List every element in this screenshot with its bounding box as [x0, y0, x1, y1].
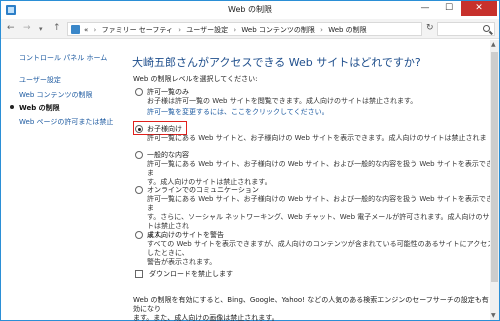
option-desc: すべての Web サイトを表示できますが、成人向けのコンテンツが含まれている可能… [147, 240, 495, 266]
sidebar: コントロール パネル ホーム ユーザー設定 Web コンテンツの制限 Web の… [1, 40, 121, 320]
address-bar[interactable]: « › ファミリー セーフティ › ユーザー設定 › Web コンテンツの制限 … [67, 22, 477, 36]
breadcrumb-user-settings[interactable]: ユーザー設定 [186, 26, 228, 34]
address-bar-area: ← → ▾ ↑ « › ファミリー セーフティ › ユーザー設定 › Web コ… [1, 19, 499, 39]
sidebar-home-link[interactable]: コントロール パネル ホーム [19, 53, 107, 63]
block-downloads-label[interactable]: ダウンロードを禁止します [149, 269, 233, 279]
page-title: 大崎五郎さんがアクセスできる Web サイトはどれですか? [132, 56, 421, 69]
back-icon[interactable]: ← [7, 23, 15, 33]
main-content: 大崎五郎さんがアクセスできる Web サイトはどれですか? Web の制限レベル… [129, 40, 497, 321]
sidebar-item-web-content[interactable]: Web コンテンツの制限 [19, 90, 93, 100]
search-input[interactable] [437, 22, 495, 36]
option-desc: 許可一覧にある Web サイト、お子様向けの Web サイト、および一般的な内容… [147, 160, 493, 186]
change-allow-list-link[interactable]: 許可一覧を変更するには、ここをクリックしてください。 [147, 107, 329, 117]
radio-warn-adult[interactable] [135, 231, 143, 239]
sidebar-item-user-settings[interactable]: ユーザー設定 [19, 75, 61, 85]
radio-allow-list[interactable] [135, 88, 143, 96]
current-page-bullet-icon [10, 105, 14, 109]
option-title[interactable]: オンラインでのコミュニケーション [147, 185, 259, 195]
close-button[interactable]: ✕ [461, 1, 497, 16]
breadcrumb-web-restrictions[interactable]: Web の制限 [328, 26, 367, 34]
breadcrumb-web-content[interactable]: Web コンテンツの制限 [241, 26, 315, 34]
separator-icon[interactable]: › [94, 26, 97, 34]
radio-online-communication[interactable] [135, 186, 143, 194]
maximize-button[interactable]: ☐ [437, 1, 461, 16]
breadcrumb-family-safety[interactable]: ファミリー セーフティ [102, 26, 173, 34]
control-panel-icon [71, 25, 80, 34]
sidebar-item-allow-block[interactable]: Web ページの許可または禁止 [19, 117, 113, 127]
refresh-icon[interactable]: ↻ [426, 23, 434, 33]
breadcrumb: « › ファミリー セーフティ › ユーザー設定 › Web コンテンツの制限 … [84, 25, 367, 35]
title-bar: Web の制限 — ☐ ✕ [1, 1, 499, 19]
separator-icon[interactable]: › [233, 26, 236, 34]
sidebar-item-web-restrictions[interactable]: Web の制限 [19, 103, 60, 113]
option-title[interactable]: 許可一覧のみ [147, 87, 189, 97]
scroll-down-icon[interactable]: ▼ [491, 312, 496, 319]
recent-locations-icon[interactable]: ▾ [39, 25, 43, 33]
scrollbar-thumb[interactable] [491, 52, 498, 282]
scroll-up-icon[interactable]: ▲ [491, 41, 496, 48]
option-title[interactable]: 一般的な内容 [147, 150, 189, 160]
search-icon[interactable] [483, 25, 490, 32]
level-label: Web の制限レベルを選択してください: [133, 75, 258, 83]
separator-icon[interactable]: › [320, 26, 323, 34]
option-desc: 許可一覧にある Web サイトと、お子様向けの Web サイトを表示できます。成… [147, 134, 487, 142]
block-downloads-checkbox[interactable] [135, 270, 143, 278]
window: Web の制限 — ☐ ✕ ← → ▾ ↑ « › ファミリー セーフティ › … [0, 0, 500, 321]
option-title[interactable]: 成人向けのサイトを警告 [147, 230, 224, 240]
separator-icon[interactable]: › [178, 26, 181, 34]
up-icon[interactable]: ↑ [53, 23, 61, 33]
forward-icon[interactable]: → [23, 23, 31, 33]
option-title[interactable]: お子様向け [147, 124, 182, 134]
breadcrumb-overflow[interactable]: « [84, 26, 88, 34]
minimize-button[interactable]: — [413, 1, 437, 16]
safesearch-note: Web の制限を有効にすると、Bing、Google、Yahoo! などの人気の… [133, 296, 489, 321]
radio-child[interactable] [135, 125, 143, 133]
option-desc: お子様は許可一覧の Web サイトを閲覧できます。成人向けのサイトは禁止されます… [147, 97, 418, 105]
vertical-scrollbar[interactable]: ▲ ▼ [490, 40, 499, 320]
radio-general[interactable] [135, 151, 143, 159]
